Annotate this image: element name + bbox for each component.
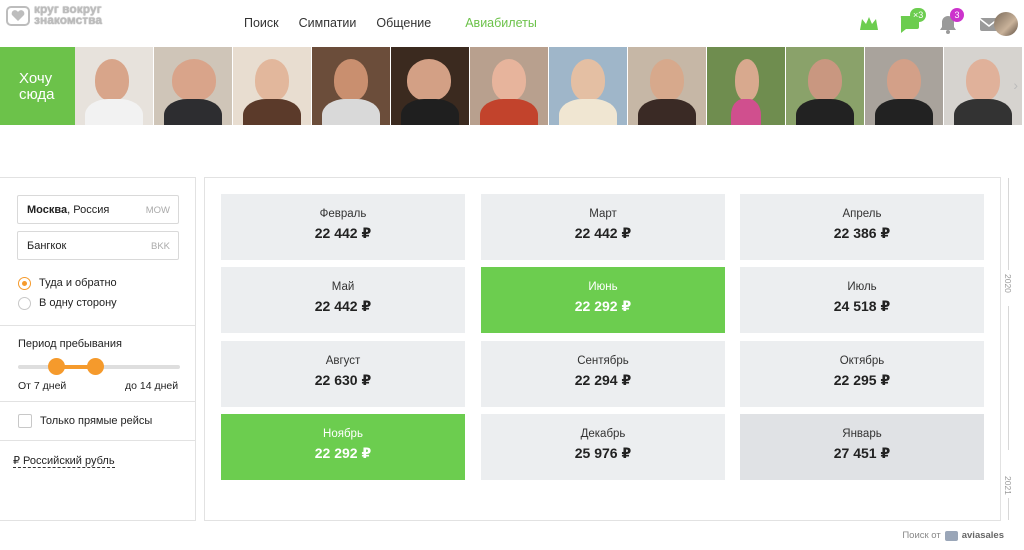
destination-code: BKK <box>150 241 170 252</box>
profile-photo[interactable] <box>549 47 628 125</box>
months-calendar: Февраль 22 442 ₽ Март 22 442 ₽ Апрель 22 38… <box>204 177 1001 521</box>
destination-city: Бангкок <box>27 240 67 252</box>
profile-photo[interactable] <box>865 47 944 125</box>
roundtrip-radio[interactable]: Туда и обратно <box>18 275 117 291</box>
month-name: Апрель <box>842 208 882 220</box>
month-cell[interactable]: Сентябрь 22 294 ₽ <box>481 341 725 407</box>
profile-photo[interactable] <box>75 47 154 125</box>
nav-likes[interactable]: Симпатии <box>299 16 357 34</box>
month-price: 22 292 ₽ <box>314 445 372 461</box>
profile-photo[interactable] <box>154 47 233 125</box>
month-cell-cheapest[interactable]: Ноябрь 22 292 ₽ <box>221 414 465 480</box>
slider-max-handle[interactable] <box>87 358 104 375</box>
month-price: 27 451 ₽ <box>833 445 891 461</box>
powered-by: Поиск от aviasales <box>902 530 1004 541</box>
header-icons: ×3 3 <box>824 8 1024 40</box>
stay-min-label: От 7 дней <box>18 380 67 392</box>
month-name: Февраль <box>319 208 367 220</box>
divider <box>0 325 196 326</box>
month-cell[interactable]: Март 22 442 ₽ <box>481 194 725 260</box>
top-header: круг вокруг знакомства Поиск Симпатии Об… <box>0 0 1024 47</box>
origin-field[interactable]: Москва, Россия MOW <box>17 195 179 224</box>
month-price: 22 630 ₽ <box>314 372 372 388</box>
oneway-radio[interactable]: В одну сторону <box>18 295 117 311</box>
month-price: 22 292 ₽ <box>574 298 632 314</box>
month-price: 25 976 ₽ <box>574 445 632 461</box>
checkbox-empty-icon <box>18 414 32 428</box>
main-nav: Поиск Симпатии Общение Авиабилеты <box>244 16 557 34</box>
month-name: Май <box>331 281 355 293</box>
profile-photo[interactable] <box>944 47 1023 125</box>
profile-photo[interactable] <box>470 47 549 125</box>
user-avatar[interactable] <box>994 12 1018 36</box>
stay-period-slider[interactable] <box>18 358 180 375</box>
year-timeline <box>1008 178 1010 520</box>
month-cell[interactable]: Май 22 442 ₽ <box>221 267 465 333</box>
aviasales-brand[interactable]: aviasales <box>962 530 1004 541</box>
year-label-2021: 2021 <box>1003 476 1013 495</box>
direct-flights-checkbox[interactable]: Только прямые рейсы <box>18 414 152 428</box>
profile-photo[interactable] <box>628 47 707 125</box>
month-name: Сентябрь <box>577 355 629 367</box>
site-logo[interactable]: круг вокруг знакомства <box>6 2 118 28</box>
radio-selected-icon <box>18 276 31 290</box>
heart-logo-icon <box>6 6 30 26</box>
month-price: 22 386 ₽ <box>833 225 891 241</box>
month-cell[interactable]: Октябрь 22 295 ₽ <box>740 341 984 407</box>
month-name: Июль <box>847 281 877 293</box>
radio-empty-icon <box>18 296 31 310</box>
nav-flights[interactable]: Авиабилеты <box>465 16 537 34</box>
nav-chat[interactable]: Общение <box>376 16 431 34</box>
month-price: 22 294 ₽ <box>574 372 632 388</box>
month-name: Ноябрь <box>323 428 363 440</box>
divider <box>0 401 196 402</box>
month-price: 22 442 ₽ <box>314 225 372 241</box>
messages-button[interactable]: ×3 <box>898 8 927 36</box>
profile-photo[interactable] <box>786 47 865 125</box>
divider <box>0 440 196 441</box>
currency-selector[interactable]: ₽ Российский рубль <box>13 454 115 468</box>
origin-code: MOW <box>145 205 170 216</box>
origin-country: , Россия <box>67 204 110 216</box>
profile-photo[interactable] <box>391 47 470 125</box>
month-price: 22 295 ₽ <box>833 372 891 388</box>
month-price: 22 442 ₽ <box>314 298 372 314</box>
month-cell[interactable]: Август 22 630 ₽ <box>221 341 465 407</box>
notifications-badge: 3 <box>950 8 964 22</box>
search-by-label: Поиск от <box>902 530 941 541</box>
month-name: Январь <box>842 428 882 440</box>
month-price: 24 518 ₽ <box>833 298 891 314</box>
month-cell[interactable]: Июль 24 518 ₽ <box>740 267 984 333</box>
destination-field[interactable]: Бангкок BKK <box>17 231 179 260</box>
stay-period-title: Период пребывания <box>18 338 122 350</box>
month-cell-hovered[interactable]: Январь 27 451 ₽ <box>740 414 984 480</box>
slider-min-handle[interactable] <box>48 358 65 375</box>
month-name: Декабрь <box>580 428 626 440</box>
search-filters: Москва, Россия MOW Бангкок BKK Туда и об… <box>0 177 196 521</box>
year-label-2020: 2020 <box>1003 274 1013 293</box>
chevron-right-icon[interactable]: › <box>1013 77 1018 93</box>
aviasales-logo-icon <box>944 530 958 541</box>
nav-search[interactable]: Поиск <box>244 16 279 34</box>
month-cell[interactable]: Декабрь 25 976 ₽ <box>481 414 725 480</box>
month-name: Июнь <box>588 281 618 293</box>
month-name: Март <box>589 208 617 220</box>
month-name: Октябрь <box>839 355 885 367</box>
profile-photo[interactable] <box>233 47 312 125</box>
crown-icon[interactable] <box>858 14 880 34</box>
profile-photo[interactable] <box>707 47 786 125</box>
month-cell-cheapest[interactable]: Июнь 22 292 ₽ <box>481 267 725 333</box>
stay-max-label: до 14 дней <box>125 380 179 392</box>
origin-city: Москва <box>27 204 68 216</box>
month-name: Август <box>325 355 361 367</box>
month-cell[interactable]: Апрель 22 386 ₽ <box>740 194 984 260</box>
month-price: 22 442 ₽ <box>574 225 632 241</box>
notifications-button[interactable]: 3 <box>938 8 964 36</box>
profile-photo[interactable] <box>312 47 391 125</box>
messages-badge: ×3 <box>910 8 927 22</box>
photo-strip: Хочу сюда › <box>0 47 1024 125</box>
month-cell[interactable]: Февраль 22 442 ₽ <box>221 194 465 260</box>
logo-text: круг вокруг знакомства <box>34 2 103 27</box>
want-here-button[interactable]: Хочу сюда <box>0 47 75 125</box>
